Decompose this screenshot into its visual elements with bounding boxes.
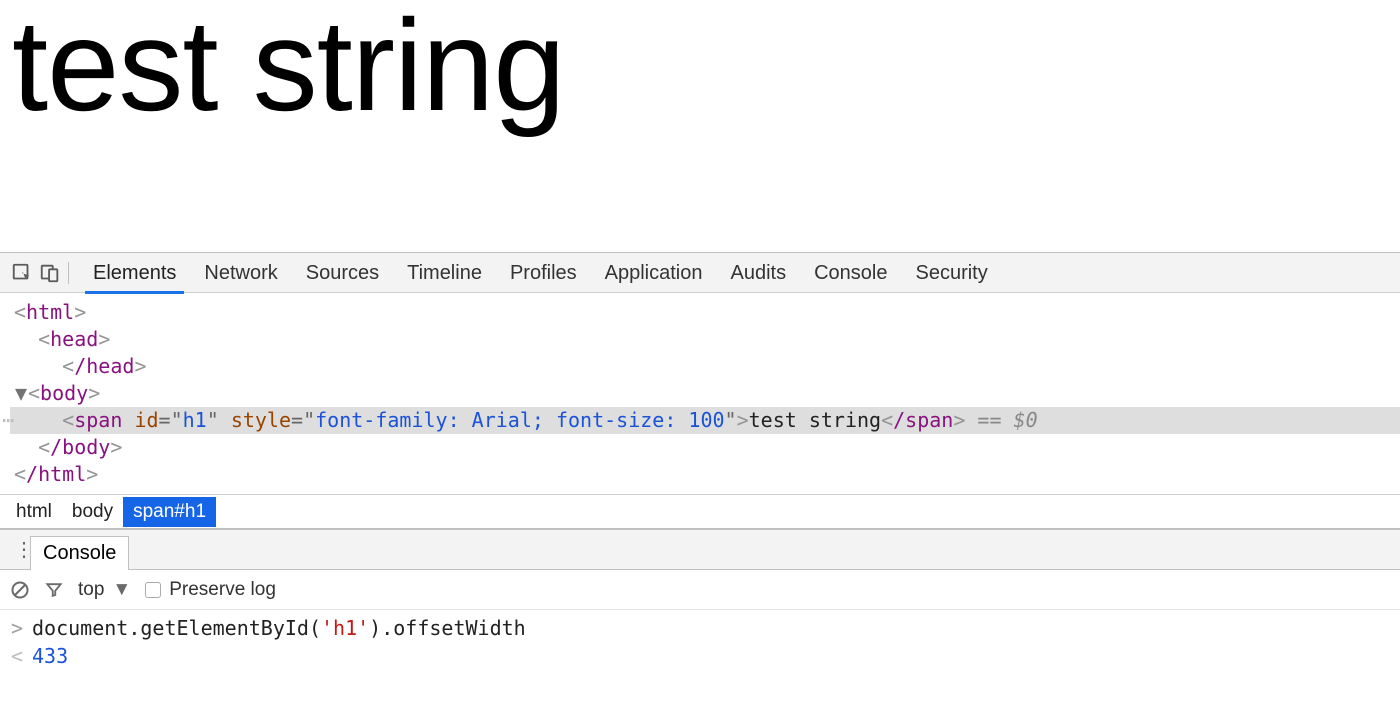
- console-result-line: < 433: [0, 642, 1400, 670]
- prompt-icon: >: [10, 616, 24, 640]
- console-output[interactable]: > document.getElementById('h1').offsetWi…: [0, 610, 1400, 717]
- devtools-tab-bar: Elements Network Sources Timeline Profil…: [0, 253, 1400, 293]
- elements-tree[interactable]: <html> <head> </head> ▼<body> <span id="…: [0, 293, 1400, 495]
- dom-node-span-selected[interactable]: <span id="h1" style="font-family: Arial;…: [10, 407, 1400, 434]
- execution-context-label: top: [78, 579, 104, 601]
- devtools-panel: Elements Network Sources Timeline Profil…: [0, 252, 1400, 717]
- dom-node-head-close[interactable]: </head>: [10, 353, 1400, 380]
- tab-timeline[interactable]: Timeline: [393, 253, 496, 293]
- filter-icon[interactable]: [44, 580, 64, 600]
- chevron-down-icon: ▼: [112, 579, 131, 601]
- tab-application[interactable]: Application: [591, 253, 717, 293]
- console-drawer: ⋮ Console top ▼: [0, 529, 1400, 717]
- drawer-tab-bar: ⋮ Console: [0, 530, 1400, 570]
- crumb-span[interactable]: span#h1: [123, 497, 216, 527]
- crumb-html[interactable]: html: [6, 497, 62, 527]
- device-toggle-icon[interactable]: [36, 259, 64, 287]
- console-result-value: 433: [32, 644, 68, 668]
- page-viewport: test string: [0, 0, 1400, 252]
- result-icon: <: [10, 644, 24, 668]
- console-input-text: document.getElementById('h1').offsetWidt…: [32, 616, 526, 640]
- dom-breadcrumb: html body span#h1: [0, 495, 1400, 529]
- crumb-body[interactable]: body: [62, 497, 123, 527]
- dom-node-body-open[interactable]: ▼<body>: [10, 380, 1400, 407]
- drawer-menu-icon[interactable]: ⋮: [6, 537, 30, 562]
- execution-context-selector[interactable]: top ▼: [78, 579, 131, 601]
- dom-node-html-close[interactable]: </html>: [10, 461, 1400, 488]
- console-toolbar: top ▼ Preserve log: [0, 570, 1400, 610]
- dom-node-body-close[interactable]: </body>: [10, 434, 1400, 461]
- rendered-heading: test string: [12, 0, 1388, 137]
- preserve-log-checkbox[interactable]: [145, 582, 161, 598]
- drawer-tab-console[interactable]: Console: [30, 536, 129, 570]
- toolbar-separator: [68, 262, 69, 284]
- console-input-line[interactable]: > document.getElementById('h1').offsetWi…: [0, 614, 1400, 642]
- preserve-log-toggle[interactable]: Preserve log: [145, 579, 276, 601]
- clear-console-icon[interactable]: [10, 580, 30, 600]
- preserve-log-label: Preserve log: [169, 579, 276, 601]
- dom-node-head-open[interactable]: <head>: [10, 326, 1400, 353]
- tab-elements[interactable]: Elements: [79, 253, 190, 293]
- tab-profiles[interactable]: Profiles: [496, 253, 591, 293]
- inspect-icon[interactable]: [8, 259, 36, 287]
- tab-security[interactable]: Security: [901, 253, 1001, 293]
- dom-node-html-open[interactable]: <html>: [10, 299, 1400, 326]
- tab-network[interactable]: Network: [190, 253, 291, 293]
- tab-sources[interactable]: Sources: [292, 253, 393, 293]
- tab-audits[interactable]: Audits: [717, 253, 801, 293]
- tab-console[interactable]: Console: [800, 253, 901, 293]
